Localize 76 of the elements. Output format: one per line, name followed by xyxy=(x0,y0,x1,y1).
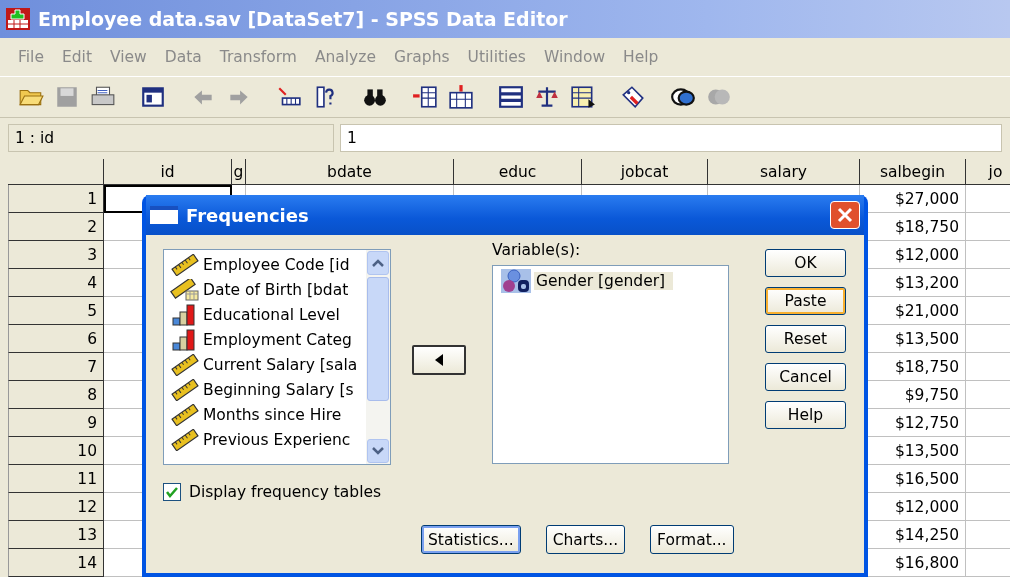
nominal-variable-icon xyxy=(501,268,531,293)
dialog-button[interactable]: Statistics... xyxy=(421,525,521,554)
variable-list-item[interactable]: Gender [gender] xyxy=(501,268,728,293)
variable-label: Current Salary [sala xyxy=(203,355,358,374)
field-label: Variable(s): xyxy=(492,242,582,258)
row-header[interactable]: 8 xyxy=(8,381,104,409)
target-variable-list[interactable]: Gender [gender] xyxy=(492,265,729,464)
row-header[interactable]: 7 xyxy=(8,353,104,381)
variable-list-item[interactable]: Current Salary [sala xyxy=(164,352,367,377)
variable-label: Educational Level xyxy=(203,305,340,324)
column-header[interactable]: g xyxy=(232,159,246,185)
insert-case-icon[interactable] xyxy=(412,84,438,110)
variable-list-item[interactable]: Employment Categ xyxy=(164,327,367,352)
variable-list-item[interactable]: Employee Code [id xyxy=(164,252,367,277)
left-triangle-icon xyxy=(435,354,444,366)
cell-value-field[interactable]: 1 xyxy=(340,124,1002,152)
column-header[interactable]: id xyxy=(104,159,232,185)
check-icon xyxy=(166,486,178,498)
dialog-button[interactable]: Format... xyxy=(650,525,734,554)
variable-label: Previous Experienc xyxy=(203,430,351,449)
checkbox-label: Display frequency tables xyxy=(189,483,382,501)
variable-list-item[interactable]: Months since Hire xyxy=(164,402,367,427)
app-icon xyxy=(6,8,30,30)
column-header[interactable]: salbegin xyxy=(860,159,966,185)
row-header[interactable]: 9 xyxy=(8,409,104,437)
row-header[interactable]: 3 xyxy=(8,241,104,269)
chevron-up-icon xyxy=(371,258,386,268)
chevron-down-icon xyxy=(371,446,386,456)
dialog-button[interactable]: Help xyxy=(765,401,846,429)
variable-label: Employee Code [id xyxy=(203,255,350,274)
column-header[interactable]: jobcat xyxy=(582,159,708,185)
variable-label: Months since Hire xyxy=(203,405,342,424)
window-title: Employee data.sav [DataSet7] - SPSS Data Editor xyxy=(38,8,568,30)
row-header[interactable]: 1 xyxy=(8,185,104,213)
variable-list-item[interactable]: Date of Birth [bdat xyxy=(164,277,367,302)
cell-reference: 1 : id xyxy=(8,124,334,152)
row-header[interactable]: 11 xyxy=(8,465,104,493)
dialog-button[interactable]: Cancel xyxy=(765,363,846,391)
column-header[interactable]: salary xyxy=(708,159,860,185)
insert-variable-icon[interactable] xyxy=(448,84,474,110)
variable-label: Gender [gender] xyxy=(534,271,674,290)
column-header[interactable]: jo xyxy=(966,159,1010,185)
column-header[interactable]: educ xyxy=(454,159,582,185)
dialog-button[interactable]: Charts... xyxy=(545,525,626,554)
variable-list-item[interactable]: Educational Level xyxy=(164,302,367,327)
source-variable-list[interactable]: Employee Code [id Date of Birth [bdat Educational Level Employment Categ Current Salary [sala Beginning Salary [s Months since Hire Previous Experienc xyxy=(163,249,392,465)
column-header[interactable]: bdate xyxy=(246,159,454,185)
dialog-button[interactable]: OK xyxy=(765,249,846,277)
dialog-title: Frequencies xyxy=(186,204,310,226)
row-header[interactable]: 10 xyxy=(8,437,104,465)
row-header[interactable]: 13 xyxy=(8,521,104,549)
row-header[interactable]: 12 xyxy=(8,493,104,521)
row-header[interactable]: 5 xyxy=(8,297,104,325)
select-cases-icon[interactable] xyxy=(570,84,596,110)
variable-label: Date of Birth [bdat xyxy=(203,280,349,299)
window-icon xyxy=(150,206,178,224)
variable-label: Beginning Salary [s xyxy=(203,380,354,399)
row-header[interactable]: 14 xyxy=(8,549,104,577)
split-file-icon[interactable] xyxy=(498,84,524,110)
dialog-button[interactable]: Reset xyxy=(765,325,846,353)
dialog-icon[interactable] xyxy=(140,84,166,110)
value-labels-icon[interactable] xyxy=(620,84,646,110)
ruler-calendar-icon xyxy=(170,278,200,301)
variable-list-item[interactable]: Beginning Salary [s xyxy=(164,377,367,402)
variable-list-item[interactable]: Previous Experienc xyxy=(164,427,367,452)
row-header[interactable]: 4 xyxy=(8,269,104,297)
close-button[interactable] xyxy=(830,201,860,229)
move-button[interactable] xyxy=(412,345,466,375)
dialog-button[interactable]: Paste xyxy=(765,287,846,315)
row-header[interactable]: 6 xyxy=(8,325,104,353)
close-icon xyxy=(837,207,853,223)
scales-icon[interactable] xyxy=(534,84,560,110)
scrollbar[interactable] xyxy=(366,250,391,464)
variable-label: Employment Categ xyxy=(203,330,352,349)
row-header[interactable]: 2 xyxy=(8,213,104,241)
checkbox[interactable] xyxy=(163,483,181,501)
